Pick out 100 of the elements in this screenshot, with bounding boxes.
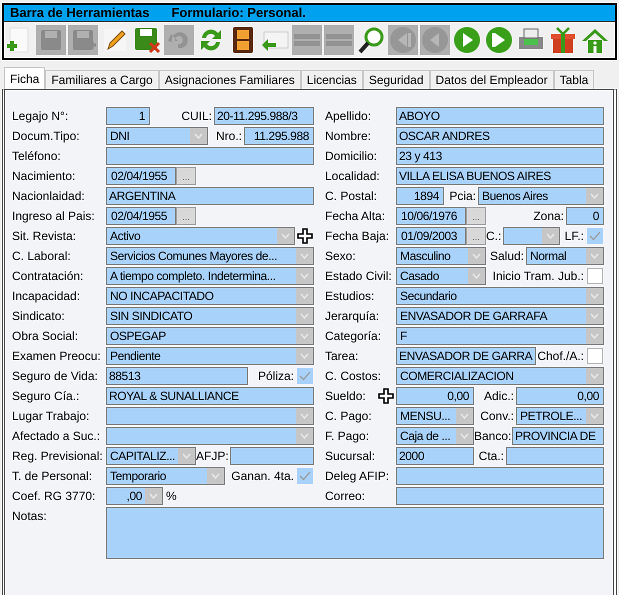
text-field[interactable]: VILLA ELISA BUENOS AIRES xyxy=(396,167,604,185)
field-label: C.: xyxy=(486,228,502,245)
field-label: Incapacidad: xyxy=(12,288,82,305)
tab[interactable]: Tabla xyxy=(554,70,594,89)
floppy-disk-delete-icon[interactable] xyxy=(132,25,162,55)
date-picker-button[interactable]: ... xyxy=(176,207,196,225)
dropdown-field[interactable] xyxy=(106,407,314,425)
field-label: Cta.: xyxy=(478,448,505,465)
dropdown-field[interactable]: DNI xyxy=(106,127,208,145)
number-field[interactable]: 0 xyxy=(566,207,604,225)
field-label: Legajo N°: xyxy=(12,108,70,125)
text-field[interactable] xyxy=(106,147,314,165)
toolbar-title: Barra de Herramientas xyxy=(10,4,150,22)
field-label: Seguro de Vida: xyxy=(12,368,99,385)
dropdown-field[interactable]: COMERCIALIZACION xyxy=(396,367,604,385)
number-field[interactable]: 0,00 xyxy=(396,387,474,405)
search-icon[interactable] xyxy=(356,25,386,55)
tab[interactable]: Seguridad xyxy=(362,70,430,89)
field-label: Notas: xyxy=(12,508,48,525)
date-field[interactable]: 10/06/1976 xyxy=(396,207,466,225)
text-field[interactable] xyxy=(396,487,604,505)
dropdown-field[interactable]: Casado xyxy=(396,267,486,285)
date-field[interactable]: 02/04/1955 xyxy=(106,207,176,225)
text-field[interactable] xyxy=(396,467,604,485)
date-picker-button[interactable]: ... xyxy=(466,227,486,245)
field-label: Chof./A.: xyxy=(536,348,585,365)
dropdown-field[interactable]: OSPEGAP xyxy=(106,327,314,345)
text-field[interactable]: ABOYO xyxy=(396,107,604,125)
dropdown-field[interactable]: ,00 xyxy=(106,487,163,505)
gift-icon[interactable] xyxy=(548,25,578,55)
field-label: Contratación: xyxy=(12,268,84,285)
dropdown-field[interactable]: CAPITALIZ... xyxy=(106,447,196,465)
text-field[interactable]: ARGENTINA xyxy=(106,187,314,205)
text-field[interactable]: 20-11.295.988/3 xyxy=(214,107,314,125)
checkbox[interactable] xyxy=(297,368,313,384)
checkbox[interactable] xyxy=(587,348,603,364)
dropdown-field[interactable]: ENVASADOR DE GARRAFA xyxy=(396,307,604,325)
number-field[interactable]: 1894 xyxy=(396,187,444,205)
text-field[interactable] xyxy=(230,447,314,465)
field-label: Deleg AFIP: xyxy=(325,468,390,485)
field-label: Categoría: xyxy=(325,328,382,345)
text-field[interactable]: ENVASADOR DE GARRA xyxy=(396,347,536,365)
number-field[interactable]: 1 xyxy=(106,107,150,125)
checkbox[interactable] xyxy=(587,268,603,284)
text-field[interactable] xyxy=(506,447,604,465)
date-picker-button[interactable]: ... xyxy=(176,167,196,185)
date-field[interactable]: 02/04/1955 xyxy=(106,167,176,185)
number-field[interactable]: 0,00 xyxy=(516,387,604,405)
tab[interactable]: Datos del Empleador xyxy=(430,70,554,89)
field-label: Examen Preocu: xyxy=(12,348,102,365)
field-label: Nombre: xyxy=(325,128,372,145)
field-label: Domicilio: xyxy=(325,148,378,165)
dropdown-field[interactable]: Pendiente xyxy=(106,347,314,365)
tab[interactable]: Asignaciones Familiares xyxy=(158,70,301,89)
dropdown-field[interactable]: NO INCAPACITADO xyxy=(106,287,314,305)
tab[interactable]: Familiares a Cargo xyxy=(45,70,159,89)
text-field[interactable]: 2000 xyxy=(396,447,474,465)
field-label: Sucursal: xyxy=(325,448,376,465)
dropdown-field[interactable]: A tiempo completo. Indetermina... xyxy=(106,267,314,285)
field-label: Fecha Baja: xyxy=(325,228,390,245)
next-icon[interactable] xyxy=(484,25,514,55)
dropdown-field[interactable]: Secundario xyxy=(396,287,604,305)
text-field[interactable]: PROVINCIA DE xyxy=(512,427,604,445)
plus-icon[interactable] xyxy=(296,228,312,244)
dropdown-field[interactable]: Servicios Comunes Mayores de... xyxy=(106,247,314,265)
text-field[interactable]: ROYAL & SUNALLIANCE xyxy=(106,387,314,405)
plus-icon[interactable] xyxy=(378,388,394,404)
field-label: Pcia: xyxy=(448,188,477,205)
dropdown-field[interactable]: SIN SINDICATO xyxy=(106,307,314,325)
field-label: Sexo: xyxy=(325,248,357,265)
checkbox[interactable] xyxy=(587,228,603,244)
text-field[interactable]: 23 y 413 xyxy=(396,147,604,165)
field-label: Banco: xyxy=(474,428,512,445)
field-label: Apellido: xyxy=(325,108,372,125)
dropdown-field[interactable]: Activo xyxy=(106,227,295,245)
dropdown-field[interactable]: Temporario xyxy=(106,467,225,485)
dropdown-field[interactable]: PETROLE... xyxy=(516,407,604,425)
date-picker-button[interactable]: ... xyxy=(466,207,486,225)
dropdown-field[interactable]: F xyxy=(396,327,604,345)
dropdown-field[interactable]: Masculino xyxy=(396,247,486,265)
tab[interactable]: Licencias xyxy=(300,70,363,89)
dropdown-field[interactable] xyxy=(106,427,314,445)
field-label: C. Laboral: xyxy=(12,248,72,265)
text-field[interactable]: OSCAR ANDRES xyxy=(396,127,604,145)
dropdown-field[interactable]: Normal xyxy=(526,247,604,265)
dropdown-field[interactable]: MENSU... xyxy=(396,407,474,425)
checkbox[interactable] xyxy=(297,468,313,484)
field-label: F. Pago: xyxy=(325,428,370,445)
number-field[interactable]: 11.295.988 xyxy=(244,127,314,145)
dropdown-field[interactable] xyxy=(503,227,560,245)
field-label: Sit. Revista: xyxy=(12,228,78,245)
dropdown-field[interactable]: Caja de ... xyxy=(396,427,474,445)
tab[interactable]: Ficha xyxy=(4,67,46,89)
dropdown-field[interactable]: Buenos Aires xyxy=(478,187,604,205)
text-field[interactable]: 88513 xyxy=(106,367,248,385)
next-icon[interactable] xyxy=(452,25,482,55)
date-field[interactable]: 01/09/2003 xyxy=(396,227,466,245)
field-label: Nro.: xyxy=(214,128,243,145)
field-label: Teléfono: xyxy=(12,148,62,165)
notes-field[interactable] xyxy=(106,507,604,559)
